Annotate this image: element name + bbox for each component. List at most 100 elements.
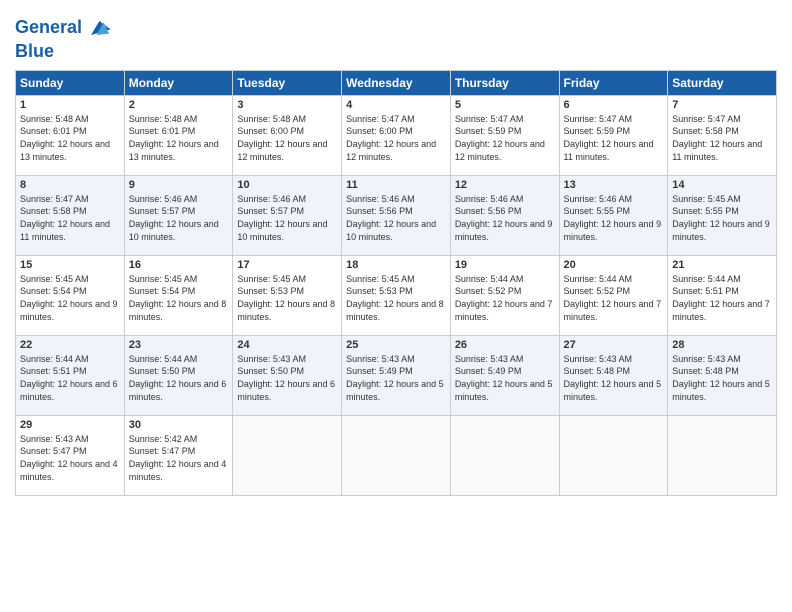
day-number: 15: [20, 259, 120, 271]
cell-content: Sunrise: 5:44 AMSunset: 5:52 PMDaylight:…: [455, 273, 555, 323]
day-cell: [668, 415, 777, 495]
day-cell: 4 Sunrise: 5:47 AMSunset: 6:00 PMDayligh…: [342, 95, 451, 175]
day-header-friday: Friday: [559, 70, 668, 95]
day-cell: 12 Sunrise: 5:46 AMSunset: 5:56 PMDaylig…: [450, 175, 559, 255]
day-number: 17: [237, 259, 337, 271]
cell-content: Sunrise: 5:45 AMSunset: 5:55 PMDaylight:…: [672, 193, 772, 243]
day-number: 11: [346, 179, 446, 191]
cell-content: Sunrise: 5:47 AMSunset: 5:59 PMDaylight:…: [564, 113, 664, 163]
cell-content: Sunrise: 5:44 AMSunset: 5:52 PMDaylight:…: [564, 273, 664, 323]
day-number: 8: [20, 179, 120, 191]
cell-content: Sunrise: 5:44 AMSunset: 5:51 PMDaylight:…: [672, 273, 772, 323]
day-cell: 27 Sunrise: 5:43 AMSunset: 5:48 PMDaylig…: [559, 335, 668, 415]
cell-content: Sunrise: 5:44 AMSunset: 5:50 PMDaylight:…: [129, 353, 229, 403]
day-cell: 10 Sunrise: 5:46 AMSunset: 5:57 PMDaylig…: [233, 175, 342, 255]
day-cell: 17 Sunrise: 5:45 AMSunset: 5:53 PMDaylig…: [233, 255, 342, 335]
cell-content: Sunrise: 5:47 AMSunset: 6:00 PMDaylight:…: [346, 113, 446, 163]
day-header-sunday: Sunday: [16, 70, 125, 95]
cell-content: Sunrise: 5:43 AMSunset: 5:50 PMDaylight:…: [237, 353, 337, 403]
day-cell: 14 Sunrise: 5:45 AMSunset: 5:55 PMDaylig…: [668, 175, 777, 255]
day-cell: [559, 415, 668, 495]
cell-content: Sunrise: 5:45 AMSunset: 5:53 PMDaylight:…: [237, 273, 337, 323]
day-number: 9: [129, 179, 229, 191]
logo-blue: Blue: [15, 42, 112, 62]
cell-content: Sunrise: 5:47 AMSunset: 5:58 PMDaylight:…: [20, 193, 120, 243]
day-cell: 29 Sunrise: 5:43 AMSunset: 5:47 PMDaylig…: [16, 415, 125, 495]
day-number: 1: [20, 99, 120, 111]
day-number: 2: [129, 99, 229, 111]
day-cell: 7 Sunrise: 5:47 AMSunset: 5:58 PMDayligh…: [668, 95, 777, 175]
day-cell: 6 Sunrise: 5:47 AMSunset: 5:59 PMDayligh…: [559, 95, 668, 175]
cell-content: Sunrise: 5:46 AMSunset: 5:56 PMDaylight:…: [346, 193, 446, 243]
day-header-saturday: Saturday: [668, 70, 777, 95]
cell-content: Sunrise: 5:45 AMSunset: 5:54 PMDaylight:…: [20, 273, 120, 323]
day-cell: 25 Sunrise: 5:43 AMSunset: 5:49 PMDaylig…: [342, 335, 451, 415]
page: General Blue SundayMondayTuesdayWednesda…: [0, 0, 792, 612]
day-number: 26: [455, 339, 555, 351]
day-number: 4: [346, 99, 446, 111]
week-row-1: 8 Sunrise: 5:47 AMSunset: 5:58 PMDayligh…: [16, 175, 777, 255]
day-cell: 21 Sunrise: 5:44 AMSunset: 5:51 PMDaylig…: [668, 255, 777, 335]
day-cell: 9 Sunrise: 5:46 AMSunset: 5:57 PMDayligh…: [124, 175, 233, 255]
day-number: 3: [237, 99, 337, 111]
day-number: 23: [129, 339, 229, 351]
day-header-tuesday: Tuesday: [233, 70, 342, 95]
cell-content: Sunrise: 5:48 AMSunset: 6:01 PMDaylight:…: [20, 113, 120, 163]
day-cell: [342, 415, 451, 495]
day-cell: 1 Sunrise: 5:48 AMSunset: 6:01 PMDayligh…: [16, 95, 125, 175]
week-row-2: 15 Sunrise: 5:45 AMSunset: 5:54 PMDaylig…: [16, 255, 777, 335]
day-cell: 23 Sunrise: 5:44 AMSunset: 5:50 PMDaylig…: [124, 335, 233, 415]
cell-content: Sunrise: 5:42 AMSunset: 5:47 PMDaylight:…: [129, 433, 229, 483]
logo-text: General: [15, 18, 82, 38]
day-number: 5: [455, 99, 555, 111]
day-cell: 28 Sunrise: 5:43 AMSunset: 5:48 PMDaylig…: [668, 335, 777, 415]
day-number: 16: [129, 259, 229, 271]
day-number: 21: [672, 259, 772, 271]
cell-content: Sunrise: 5:45 AMSunset: 5:54 PMDaylight:…: [129, 273, 229, 323]
day-cell: 22 Sunrise: 5:44 AMSunset: 5:51 PMDaylig…: [16, 335, 125, 415]
cell-content: Sunrise: 5:48 AMSunset: 6:01 PMDaylight:…: [129, 113, 229, 163]
day-cell: 24 Sunrise: 5:43 AMSunset: 5:50 PMDaylig…: [233, 335, 342, 415]
day-cell: 16 Sunrise: 5:45 AMSunset: 5:54 PMDaylig…: [124, 255, 233, 335]
day-cell: 3 Sunrise: 5:48 AMSunset: 6:00 PMDayligh…: [233, 95, 342, 175]
day-number: 28: [672, 339, 772, 351]
day-number: 18: [346, 259, 446, 271]
cell-content: Sunrise: 5:43 AMSunset: 5:48 PMDaylight:…: [672, 353, 772, 403]
day-cell: 11 Sunrise: 5:46 AMSunset: 5:56 PMDaylig…: [342, 175, 451, 255]
day-cell: [233, 415, 342, 495]
day-cell: 30 Sunrise: 5:42 AMSunset: 5:47 PMDaylig…: [124, 415, 233, 495]
day-number: 27: [564, 339, 664, 351]
day-number: 22: [20, 339, 120, 351]
day-cell: 13 Sunrise: 5:46 AMSunset: 5:55 PMDaylig…: [559, 175, 668, 255]
day-number: 13: [564, 179, 664, 191]
days-header-row: SundayMondayTuesdayWednesdayThursdayFrid…: [16, 70, 777, 95]
day-number: 25: [346, 339, 446, 351]
day-header-monday: Monday: [124, 70, 233, 95]
day-cell: 8 Sunrise: 5:47 AMSunset: 5:58 PMDayligh…: [16, 175, 125, 255]
day-number: 20: [564, 259, 664, 271]
logo: General Blue: [15, 14, 112, 62]
day-cell: 26 Sunrise: 5:43 AMSunset: 5:49 PMDaylig…: [450, 335, 559, 415]
day-cell: 5 Sunrise: 5:47 AMSunset: 5:59 PMDayligh…: [450, 95, 559, 175]
day-number: 10: [237, 179, 337, 191]
cell-content: Sunrise: 5:45 AMSunset: 5:53 PMDaylight:…: [346, 273, 446, 323]
cell-content: Sunrise: 5:43 AMSunset: 5:49 PMDaylight:…: [346, 353, 446, 403]
day-number: 14: [672, 179, 772, 191]
cell-content: Sunrise: 5:47 AMSunset: 5:59 PMDaylight:…: [455, 113, 555, 163]
cell-content: Sunrise: 5:43 AMSunset: 5:49 PMDaylight:…: [455, 353, 555, 403]
cell-content: Sunrise: 5:46 AMSunset: 5:55 PMDaylight:…: [564, 193, 664, 243]
cell-content: Sunrise: 5:46 AMSunset: 5:56 PMDaylight:…: [455, 193, 555, 243]
logo-icon: [84, 14, 112, 42]
day-cell: 2 Sunrise: 5:48 AMSunset: 6:01 PMDayligh…: [124, 95, 233, 175]
day-number: 29: [20, 419, 120, 431]
cell-content: Sunrise: 5:46 AMSunset: 5:57 PMDaylight:…: [237, 193, 337, 243]
day-cell: 18 Sunrise: 5:45 AMSunset: 5:53 PMDaylig…: [342, 255, 451, 335]
day-cell: 15 Sunrise: 5:45 AMSunset: 5:54 PMDaylig…: [16, 255, 125, 335]
cell-content: Sunrise: 5:43 AMSunset: 5:47 PMDaylight:…: [20, 433, 120, 483]
cell-content: Sunrise: 5:48 AMSunset: 6:00 PMDaylight:…: [237, 113, 337, 163]
week-row-4: 29 Sunrise: 5:43 AMSunset: 5:47 PMDaylig…: [16, 415, 777, 495]
day-header-thursday: Thursday: [450, 70, 559, 95]
day-cell: 20 Sunrise: 5:44 AMSunset: 5:52 PMDaylig…: [559, 255, 668, 335]
day-number: 12: [455, 179, 555, 191]
calendar-table: SundayMondayTuesdayWednesdayThursdayFrid…: [15, 70, 777, 496]
